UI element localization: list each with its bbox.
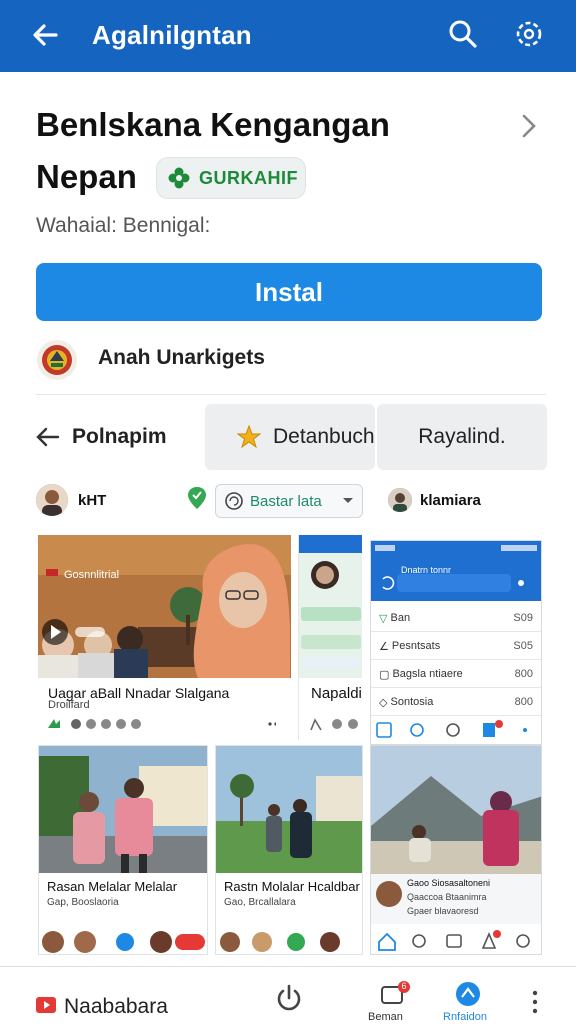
star-icon (237, 425, 261, 449)
back-arrow-icon (36, 427, 60, 447)
chevron-down-icon (343, 498, 353, 503)
card-subtitle: Gao, Brcallalara (224, 897, 296, 908)
card-photo (216, 746, 362, 873)
preview-list: Gaoo Siosasaltoneni Qaaccoa Btaanimra Gp… (371, 874, 541, 924)
app-subtitle: Wahaial: Bennigal: (36, 214, 211, 237)
avatar[interactable] (388, 488, 412, 512)
user-name: klamiara (420, 492, 481, 509)
app-title: Benlskana Kengangan (36, 106, 390, 143)
category-badge[interactable]: GURKAHIF (156, 157, 306, 199)
card-title: Rasan Melalar Melalar (47, 879, 178, 894)
card-subtitle: Droilfard (48, 699, 90, 711)
card-title: Napaldi (311, 685, 362, 702)
search-icon[interactable] (446, 17, 480, 51)
list-item[interactable]: ∠ Pesntsats S05 (371, 633, 541, 660)
nav-label[interactable]: Beman (368, 1011, 403, 1023)
tab-polnapim[interactable]: Polnapim (34, 404, 202, 470)
preview-header: Dnatrn tonnr (371, 541, 541, 601)
more-vertical-icon[interactable] (530, 989, 540, 1015)
app-preview-card[interactable]: Dnatrn tonnr ▽ Ban S09 ∠ Pesntsats S05 ▢ B… (370, 540, 542, 745)
video-thumbnail[interactable]: Gosnnlitrial (38, 535, 291, 678)
sort-dropdown[interactable]: Bastar lata (215, 484, 363, 518)
video-overlay-text: Gosnnlitrial (64, 569, 120, 581)
emblem-logo-icon (37, 340, 77, 380)
preview-line: Qaaccoa Btaanimra (407, 892, 487, 902)
flower-icon (168, 167, 190, 189)
tab-label: Detanbuch (273, 425, 375, 448)
app-preview-card[interactable]: Gaoo Siosasaltoneni Qaaccoa Btaanimra Gp… (370, 745, 542, 955)
card-avatar-row (42, 931, 205, 953)
nav-label[interactable]: Rnfaidon (443, 1011, 487, 1023)
tab-rayalind[interactable]: Rayalind. (377, 404, 547, 470)
photo-card[interactable]: Rastn Molalar Hcaldbar Gao, Brcallalara (215, 745, 363, 955)
card-action-icons (48, 719, 276, 729)
power-icon[interactable] (274, 983, 304, 1013)
avatar[interactable] (36, 484, 68, 516)
video-card[interactable]: Gosnnlitrial Uagar aBall Nnadar Slalgana… (38, 535, 291, 740)
list-item[interactable]: ▢ Bagsla ntiaere 800 (371, 661, 541, 688)
install-button[interactable]: Instal (36, 263, 542, 321)
card-title: Rastn Molalar Hcaldbar (224, 879, 360, 894)
dropdown-value: Bastar lata (250, 492, 322, 510)
refresh-icon (225, 492, 243, 510)
tab-label: Rayalind. (418, 425, 506, 448)
preview-line: Gpaer blavaoresd (407, 906, 479, 916)
play-logo-icon (36, 997, 56, 1013)
tab-label: Polnapim (72, 425, 167, 448)
location-pin-icon[interactable] (186, 486, 208, 510)
narrow-card[interactable]: Napaldi (298, 535, 362, 740)
badge-label: GURKAHIF (199, 167, 298, 188)
chevron-right-icon[interactable] (516, 112, 542, 140)
divider (36, 394, 546, 395)
notification-count: 6 (401, 981, 407, 991)
preview-nav-icons (378, 930, 530, 951)
related-app-label: Anah Unarkigets (98, 346, 265, 369)
preview-nav-icons (376, 720, 527, 738)
card-photo (39, 746, 207, 873)
photo-card[interactable]: Rasan Melalar Melalar Gap, Booslaoria (38, 745, 208, 955)
preview-line: Gaoo Siosasaltoneni (407, 878, 491, 888)
app-title-second-line: Nepan (36, 158, 137, 195)
card-subtitle: Gap, Booslaoria (47, 897, 119, 908)
nav-active-icon[interactable] (455, 981, 481, 1007)
bottom-navigation: Naababara 6 Beman Rnfaidon (0, 966, 576, 1024)
preview-title: Dnatrn tonnr (401, 565, 452, 575)
settings-gear-icon[interactable] (512, 17, 546, 51)
card-action-icons (310, 718, 358, 731)
card-thumbnail (299, 535, 362, 678)
card-avatar-row (220, 932, 340, 952)
user-name: kHT (78, 492, 107, 509)
related-app-row[interactable]: Anah Unarkigets (36, 336, 542, 392)
list-item[interactable]: ▽ Ban S09 (371, 605, 541, 632)
tab-bar: Polnapim Detanbuch Rayalind. (0, 404, 576, 470)
tab-detanbuch[interactable]: Detanbuch (205, 404, 375, 470)
back-arrow-icon[interactable] (28, 18, 62, 52)
card-photo (371, 746, 541, 874)
top-app-bar: Agalnilgntan (0, 0, 576, 72)
page-title: Agalnilgntan (92, 20, 252, 50)
filter-bar: kHT Bastar lata klamiara (0, 480, 576, 524)
brand-name[interactable]: Naababara (64, 995, 168, 1019)
list-item[interactable]: ◇ Sontosia 800 (371, 689, 541, 716)
